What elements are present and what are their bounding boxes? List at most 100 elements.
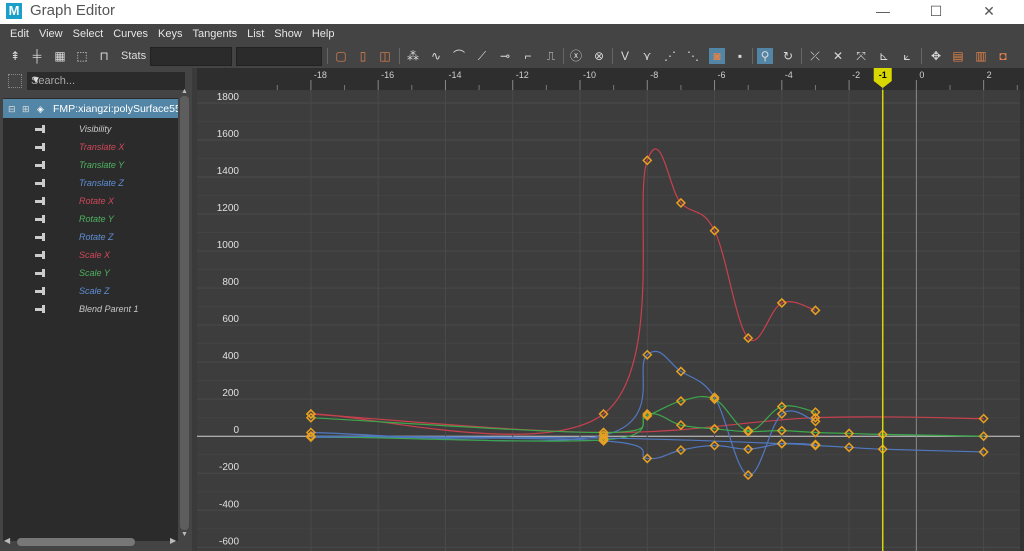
break-tangents-icon[interactable]: V <box>617 48 633 64</box>
menu-keys[interactable]: Keys <box>153 24 187 44</box>
attribute-row[interactable]: Visibility <box>3 121 178 139</box>
lock-tangent-weight-icon[interactable]: ⋱ <box>685 48 701 64</box>
collapse-icon[interactable]: ⊟ <box>8 104 16 115</box>
filter-icon[interactable] <box>8 74 22 88</box>
dope-sheet-icon[interactable]: ▤ <box>950 48 966 64</box>
menu-edit[interactable]: Edit <box>0 24 34 44</box>
scroll-up-icon[interactable]: ▲ <box>181 88 188 95</box>
buffer-curve-snapshot-icon[interactable]: ⓧ <box>568 48 584 64</box>
object-row[interactable]: ⊟ ⊞ ◈ FMP:xiangzi:polySurface55 <box>3 99 178 118</box>
step-tangent-icon[interactable]: ⌐ <box>520 48 536 64</box>
attribute-row[interactable]: Rotate Z <box>3 229 178 247</box>
window-title: Graph Editor <box>30 2 116 19</box>
y-tick-label: 400 <box>222 351 239 362</box>
current-time-label: -1 <box>879 70 887 80</box>
scroll-down-icon[interactable]: ▼ <box>181 531 188 538</box>
attribute-label: Visibility <box>79 124 112 134</box>
graph-edge <box>1020 90 1024 551</box>
scroll-right-icon[interactable]: ▶ <box>170 536 176 545</box>
attribute-row[interactable]: Blend Parent 1 <box>3 301 178 319</box>
camera-sequencer-icon[interactable]: ◘ <box>995 48 1011 64</box>
vertical-scrollbar[interactable] <box>180 96 189 530</box>
x-tick-label: -12 <box>516 70 529 80</box>
graph-view[interactable]: 180016001400120010008006004002000-200-40… <box>197 68 1024 551</box>
plateau-tangent-icon[interactable]: ⎍ <box>543 48 559 64</box>
menu-curves[interactable]: Curves <box>108 24 153 44</box>
post-infinity-cycle-icon[interactable]: ⟀ <box>899 48 915 64</box>
lattice-deform-icon[interactable]: ▦ <box>52 48 68 64</box>
scroll-left-icon[interactable]: ◀ <box>4 536 10 545</box>
menu-help[interactable]: Help <box>307 24 340 44</box>
curve-outliner[interactable]: ⊟ ⊞ ◈ FMP:xiangzi:polySurface55 Visibili… <box>3 98 178 541</box>
channel-plug-icon <box>35 196 49 206</box>
flat-tangent-icon[interactable]: ⊸ <box>497 48 513 64</box>
attribute-row[interactable]: Rotate Y <box>3 211 178 229</box>
attribute-row[interactable]: Scale Y <box>3 265 178 283</box>
y-tick-label: -200 <box>219 462 239 473</box>
toolbar-separator <box>801 48 802 64</box>
x-tick-label: 0 <box>919 70 924 80</box>
denormalize-curves-icon[interactable]: ✕ <box>830 48 846 64</box>
attribute-row[interactable]: Translate Y <box>3 157 178 175</box>
retime-tool-icon[interactable]: ⊓ <box>96 48 112 64</box>
menu-view[interactable]: View <box>34 24 68 44</box>
time-snap-icon[interactable]: ⚲ <box>757 48 773 64</box>
toolbar-separator <box>612 48 613 64</box>
region-tool-icon[interactable]: ⬚ <box>74 48 90 64</box>
x-tick-label: -16 <box>381 70 394 80</box>
value-snap-icon[interactable]: ↻ <box>780 48 796 64</box>
free-tangent-weight-icon[interactable]: ⋰ <box>662 48 678 64</box>
clamped-tangent-icon[interactable]: ⌒ <box>451 48 467 64</box>
insert-key-icon[interactable]: ╪ <box>29 48 45 64</box>
menu-tangents[interactable]: Tangents <box>188 24 243 44</box>
menu-list[interactable]: List <box>242 24 269 44</box>
chevron-down-icon[interactable]: ▼ <box>31 75 179 86</box>
stats-field-2[interactable] <box>236 47 322 66</box>
channel-box-icon[interactable]: ✥ <box>928 48 944 64</box>
maximize-button[interactable]: ☐ <box>913 0 959 24</box>
toolbar: ⇞ ╪ ▦ ⬚ ⊓ Stats ▢ ▯ ◫ ⁂ ∿ ⌒ ⟋ ⊸ ⌐ ⎍ ⓧ ⊗ … <box>0 44 1024 68</box>
pre-infinity-cycle-icon[interactable]: ⊾ <box>876 48 892 64</box>
minimize-button[interactable]: — <box>860 0 906 24</box>
unify-tangents-icon[interactable]: ⋎ <box>639 48 655 64</box>
y-tick-label: 600 <box>222 314 239 325</box>
mesh-object-icon: ◈ <box>37 104 44 114</box>
y-tick-label: -400 <box>219 499 239 510</box>
attribute-row[interactable]: Translate Z <box>3 175 178 193</box>
menu-show[interactable]: Show <box>269 24 307 44</box>
stats-label: Stats <box>121 50 147 62</box>
channel-plug-icon <box>35 286 49 296</box>
horizontal-scrollbar[interactable] <box>17 538 135 546</box>
x-tick-label: -14 <box>448 70 461 80</box>
attribute-row[interactable]: Scale Z <box>3 283 178 301</box>
close-button[interactable]: ✕ <box>966 0 1012 24</box>
move-key-icon[interactable]: ⇞ <box>7 48 23 64</box>
auto-tangent-icon[interactable]: ⁂ <box>405 48 421 64</box>
x-tick-label: -2 <box>852 70 860 80</box>
center-current-time-icon[interactable]: ◫ <box>377 48 393 64</box>
stats-field-1[interactable] <box>150 47 232 66</box>
attribute-label: Scale X <box>79 250 111 260</box>
attribute-row[interactable]: Scale X <box>3 247 178 265</box>
normalize-curves-icon[interactable]: ⤫ <box>807 48 823 64</box>
linear-tangent-icon[interactable]: ⟋ <box>474 48 490 64</box>
spline-tangent-icon[interactable]: ∿ <box>428 48 444 64</box>
x-tick-label: -8 <box>650 70 658 80</box>
expand-icon[interactable]: ⊞ <box>22 104 30 115</box>
attribute-label: Translate Z <box>79 178 124 188</box>
trax-editor-icon[interactable]: ▥ <box>973 48 989 64</box>
attribute-row[interactable]: Rotate X <box>3 193 178 211</box>
curve-tool-icon[interactable]: ⤧ <box>853 48 869 64</box>
swap-buffer-curve-icon[interactable]: ⊗ <box>591 48 607 64</box>
attribute-label: Rotate Y <box>79 214 114 224</box>
load-selected-icon[interactable]: ▪ <box>732 48 748 64</box>
menu-select[interactable]: Select <box>68 24 109 44</box>
auto-load-icon[interactable]: ◙ <box>709 48 725 64</box>
frame-playback-icon[interactable]: ▯ <box>355 48 371 64</box>
channel-plug-icon <box>35 214 49 224</box>
y-tick-label: 1000 <box>217 240 240 251</box>
frame-all-icon[interactable]: ▢ <box>333 48 349 64</box>
search-input[interactable]: Search... ▼ <box>27 72 185 90</box>
toolbar-separator <box>752 48 753 64</box>
attribute-row[interactable]: Translate X <box>3 139 178 157</box>
